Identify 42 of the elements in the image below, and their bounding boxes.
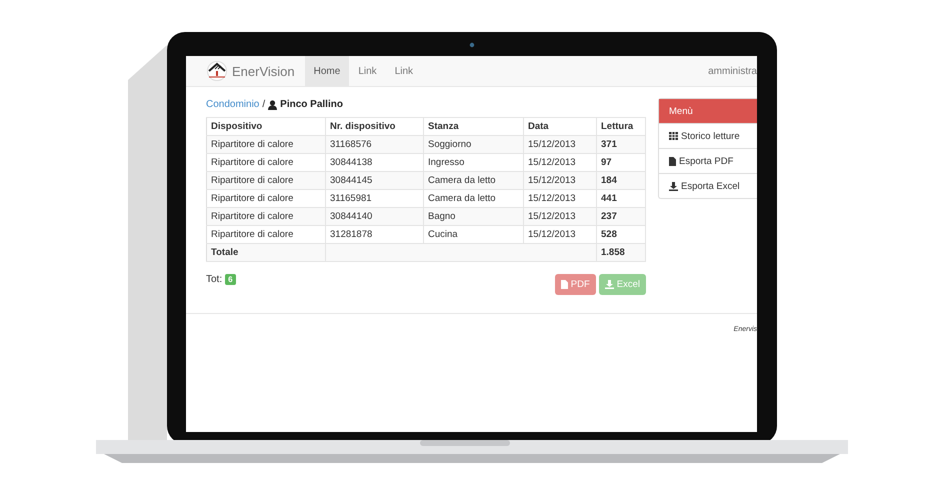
nav-link[interactable]: Home bbox=[304, 56, 350, 86]
table-cell: Ripartitore di calore bbox=[206, 208, 326, 226]
total-count-label: Tot: bbox=[206, 274, 222, 285]
table-cell: 237 bbox=[596, 208, 646, 226]
breadcrumb-separator: / bbox=[262, 99, 266, 110]
table-cell: Camera da letto bbox=[424, 172, 524, 190]
count-badge: 6 bbox=[225, 274, 236, 285]
brand-name[interactable]: EnerVision bbox=[232, 64, 295, 78]
table-cell: Bagno bbox=[424, 208, 524, 226]
column-header: Stanza bbox=[424, 118, 524, 136]
table-cell: 15/12/2013 bbox=[524, 208, 596, 226]
table-cell: 31168576 bbox=[326, 136, 424, 154]
house-logo-icon bbox=[206, 61, 228, 81]
menu-item[interactable]: Storico letture bbox=[659, 123, 757, 148]
total-label: Totale bbox=[206, 244, 326, 262]
download-icon bbox=[669, 182, 678, 190]
menu-item[interactable]: Esporta PDF bbox=[659, 148, 757, 173]
menu-heading: Menù bbox=[659, 99, 757, 123]
table-cell: 15/12/2013 bbox=[524, 172, 596, 190]
nav-link[interactable]: Link bbox=[386, 56, 422, 86]
file-icon bbox=[560, 280, 568, 289]
table-cell: Ripartitore di calore bbox=[206, 172, 326, 190]
column-header: Data bbox=[524, 118, 596, 136]
column-header: Nr. dispositivo bbox=[326, 118, 424, 136]
table-cell: Soggiorno bbox=[424, 136, 524, 154]
table-cell: 30844145 bbox=[326, 172, 424, 190]
menu-item[interactable]: Esporta Excel bbox=[659, 173, 757, 198]
breadcrumb-link[interactable]: Condominio bbox=[206, 99, 260, 110]
file-icon bbox=[669, 156, 676, 166]
table-cell: 30844140 bbox=[326, 208, 424, 226]
total-value: 1.858 bbox=[596, 244, 646, 262]
table-icon bbox=[669, 132, 678, 140]
download-icon bbox=[604, 280, 614, 289]
nav-link[interactable]: Link bbox=[349, 56, 386, 86]
breadcrumb-current: Pinco Pallino bbox=[280, 99, 343, 110]
table-cell: 184 bbox=[596, 172, 646, 190]
table-cell: 371 bbox=[596, 136, 646, 154]
user-name[interactable]: amministra bbox=[708, 66, 757, 76]
table-cell: Ripartitore di calore bbox=[206, 136, 326, 154]
column-header: Dispositivo bbox=[206, 118, 326, 136]
user-icon bbox=[268, 100, 278, 110]
table-cell: 15/12/2013 bbox=[524, 136, 596, 154]
